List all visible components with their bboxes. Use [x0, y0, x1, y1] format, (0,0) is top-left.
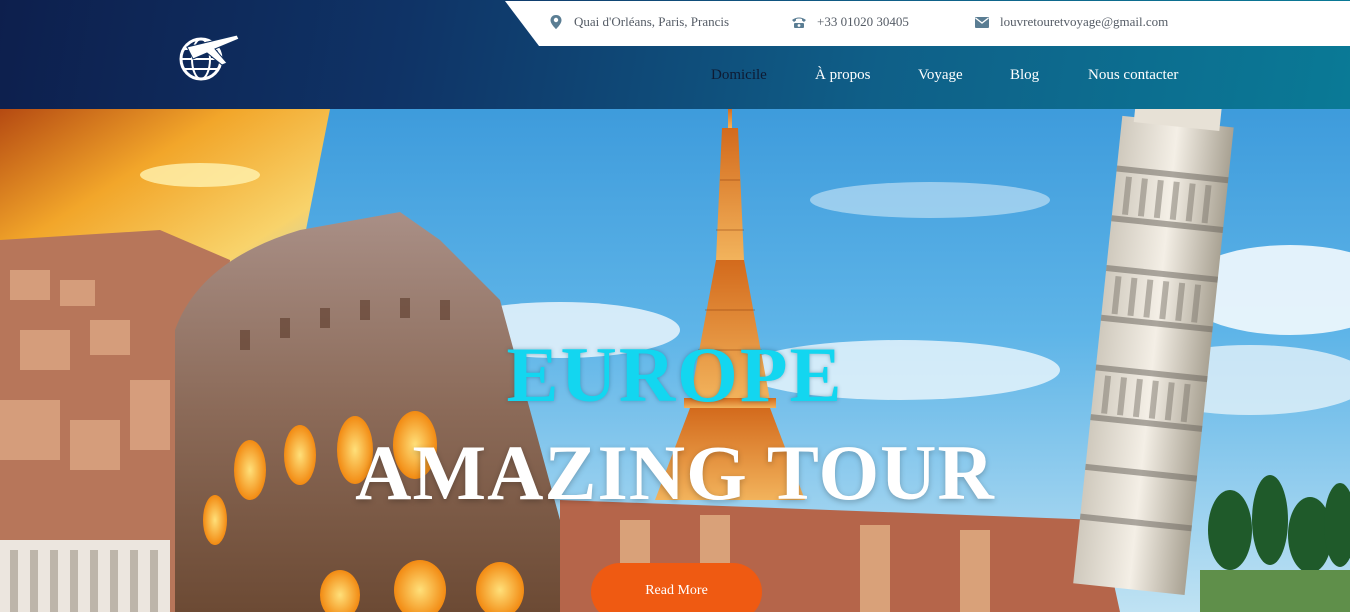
nav-item-nous-contacter[interactable]: Nous contacter [1088, 67, 1178, 84]
nav-item-domicile[interactable]: Domicile [711, 67, 767, 84]
hero-title-line2: AMAZING TOUR [355, 429, 995, 516]
telephone-icon [791, 14, 807, 30]
read-more-button[interactable]: Read More [591, 563, 762, 612]
nav-item-blog[interactable]: Blog [1010, 67, 1039, 84]
email-text[interactable]: louvretouretvoyage@gmail.com [1000, 14, 1168, 30]
email-item: louvretouretvoyage@gmail.com [974, 12, 1168, 32]
map-pin-icon [548, 14, 564, 30]
main-navigation: Domicile À propos Voyage Blog Nous conta… [0, 67, 1350, 89]
address-text: Quai d'Orléans, Paris, Prancis [574, 14, 730, 29]
hero-title-line1: EUROPE [506, 331, 844, 418]
nav-item-a-propos[interactable]: À propos [815, 67, 870, 84]
envelope-icon [974, 14, 990, 30]
phone-item: +33 01020 30405 [791, 12, 909, 32]
phone-text[interactable]: +33 01020 30405 [817, 14, 909, 30]
address-item: Quai d'Orléans, Paris, Prancis [548, 12, 729, 32]
nav-item-voyage[interactable]: Voyage [918, 67, 963, 84]
